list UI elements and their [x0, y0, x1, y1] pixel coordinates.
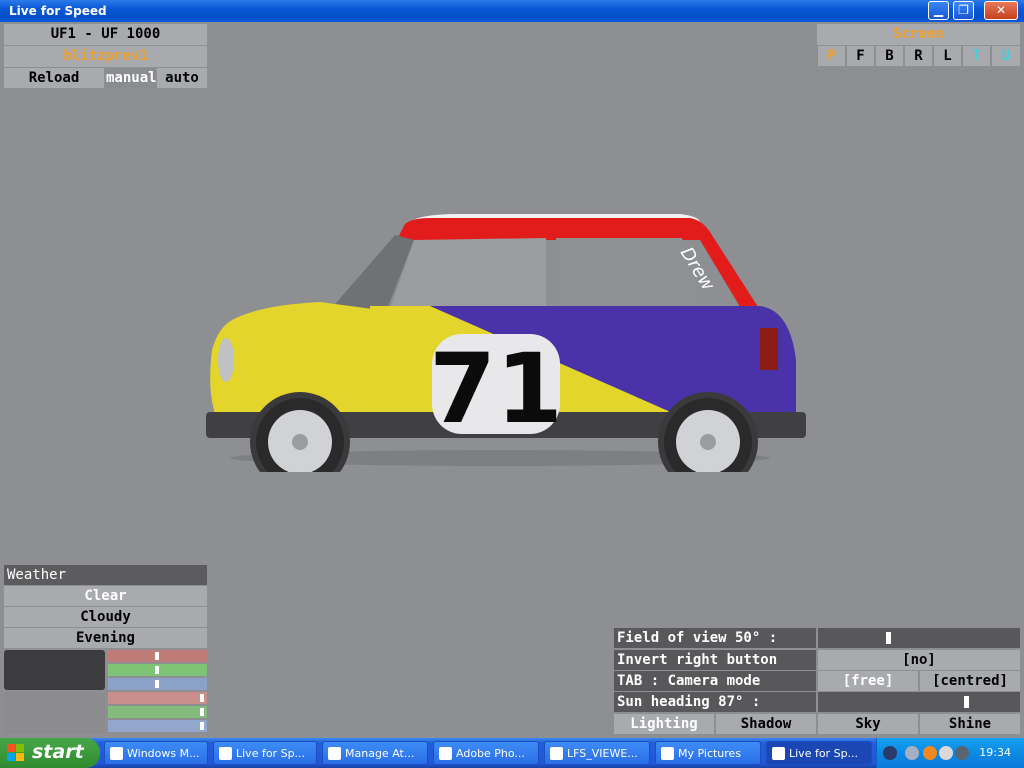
sun-heading-slider[interactable] — [818, 692, 1020, 712]
invert-look-button[interactable]: [no] — [818, 650, 1020, 670]
folder-icon — [550, 747, 563, 760]
fov-slider-thumb[interactable] — [886, 632, 891, 644]
network-icon[interactable] — [939, 746, 953, 760]
volume-icon[interactable] — [955, 746, 969, 760]
ambient-red-slider[interactable] — [108, 692, 207, 704]
taskbar: start Windows M... Live for Sp... Manage… — [0, 738, 1024, 768]
reload-button[interactable]: Reload — [4, 68, 104, 88]
task-label: Live for Sp... — [236, 747, 306, 760]
close-button[interactable]: ✕ — [984, 1, 1018, 20]
taskbar-item-adobe-photoshop[interactable]: Adobe Pho... — [433, 741, 539, 765]
headlight — [218, 338, 234, 382]
camera-centred-button[interactable]: [centred] — [920, 671, 1020, 691]
front-window — [390, 238, 546, 310]
sky-colour-swatch[interactable] — [4, 650, 105, 690]
car-name-button[interactable]: UF1 - UF 1000 — [4, 24, 207, 45]
task-label: Windows M... — [127, 747, 200, 760]
clock[interactable]: 19:34 — [979, 746, 1011, 759]
skin-name-button[interactable]: blitzprev1 — [4, 46, 207, 67]
taskbar-item-my-pictures[interactable]: My Pictures — [655, 741, 761, 765]
title-bar: Live for Speed ▁ ❐ ✕ — [0, 0, 1024, 22]
weather-title: Weather — [4, 565, 207, 585]
tab-sky[interactable]: Sky — [818, 714, 918, 734]
camera-mode-label: TAB : Camera mode — [614, 671, 816, 691]
manual-button[interactable]: manual — [106, 68, 157, 88]
taskbar-item-windows-media[interactable]: Windows M... — [104, 741, 208, 765]
taskbar-item-live-for-speed-2[interactable]: Live for Sp... — [766, 741, 872, 765]
task-label: My Pictures — [678, 747, 742, 760]
task-label: LFS_VIEWE... — [567, 747, 638, 760]
weather-cloudy-button[interactable]: Cloudy — [4, 607, 207, 627]
fov-slider[interactable] — [818, 628, 1020, 648]
rear-hub — [700, 434, 716, 450]
media-player-icon — [110, 747, 123, 760]
task-label: Live for Sp... — [789, 747, 859, 760]
minimize-button[interactable]: ▁ — [928, 1, 949, 20]
sky-red-slider[interactable] — [108, 650, 207, 662]
start-button[interactable]: start — [0, 738, 100, 768]
view-button-t[interactable]: T — [963, 46, 990, 66]
folder-icon — [661, 747, 674, 760]
start-label: start — [32, 741, 84, 763]
game-viewport[interactable]: UF1 - UF 1000 blitzprev1 Reload manual a… — [4, 22, 1020, 738]
car-number: 71 — [429, 333, 563, 445]
weather-evening-button[interactable]: Evening — [4, 628, 207, 648]
sky-green-slider[interactable] — [108, 664, 207, 676]
ambient-blue-slider[interactable] — [108, 720, 207, 732]
user-icon[interactable] — [905, 746, 919, 760]
rear-window — [556, 238, 704, 308]
camera-free-button[interactable]: [free] — [818, 671, 918, 691]
taskbar-item-lfs-viewer[interactable]: LFS_VIEWE... — [544, 741, 650, 765]
auto-button[interactable]: auto — [157, 68, 207, 88]
photoshop-icon — [439, 747, 452, 760]
tab-shine[interactable]: Shine — [920, 714, 1020, 734]
minimize-icon: ▁ — [933, 3, 944, 17]
close-icon: ✕ — [995, 3, 1007, 17]
tab-shadow[interactable]: Shadow — [716, 714, 816, 734]
sky-blue-slider[interactable] — [108, 678, 207, 690]
view-button-b[interactable]: B — [876, 46, 903, 66]
ambient-colour-swatch[interactable] — [4, 692, 105, 734]
taskbar-item-live-for-speed-1[interactable]: Live for Sp... — [213, 741, 317, 765]
front-hub — [292, 434, 308, 450]
invert-look-label: Invert right button look : — [614, 650, 816, 688]
view-button-r[interactable]: R — [905, 46, 932, 66]
back-arrow-icon[interactable] — [883, 746, 897, 760]
view-button-u[interactable]: U — [992, 46, 1020, 66]
ie-icon — [328, 747, 341, 760]
tab-lighting[interactable]: Lighting — [614, 714, 714, 734]
taskbar-item-manage-attachments[interactable]: Manage At... — [322, 741, 428, 765]
view-button-l[interactable]: L — [934, 46, 961, 66]
view-button-p[interactable]: P — [818, 46, 845, 66]
sun-heading-label: Sun heading 87° : — [614, 692, 816, 712]
window-title: Live for Speed — [9, 4, 107, 18]
view-button-f[interactable]: F — [847, 46, 874, 66]
windows-flag-icon — [7, 744, 24, 761]
system-tray: 19:34 — [876, 738, 1024, 768]
messenger-icon[interactable] — [923, 746, 937, 760]
maximize-button[interactable]: ❐ — [953, 1, 974, 20]
lfs-icon — [772, 747, 785, 760]
car-render: 71 Drew — [206, 214, 806, 472]
screen-title: Screen — [817, 24, 1020, 45]
task-label: Adobe Pho... — [456, 747, 525, 760]
sun-heading-slider-thumb[interactable] — [964, 696, 969, 708]
rear-light — [760, 328, 778, 370]
task-label: Manage At... — [345, 747, 415, 760]
weather-clear-button[interactable]: Clear — [4, 586, 207, 606]
ie-icon — [219, 747, 232, 760]
ambient-green-slider[interactable] — [108, 706, 207, 718]
fov-label: Field of view 50° : — [614, 628, 816, 648]
restore-icon: ❐ — [958, 3, 969, 17]
